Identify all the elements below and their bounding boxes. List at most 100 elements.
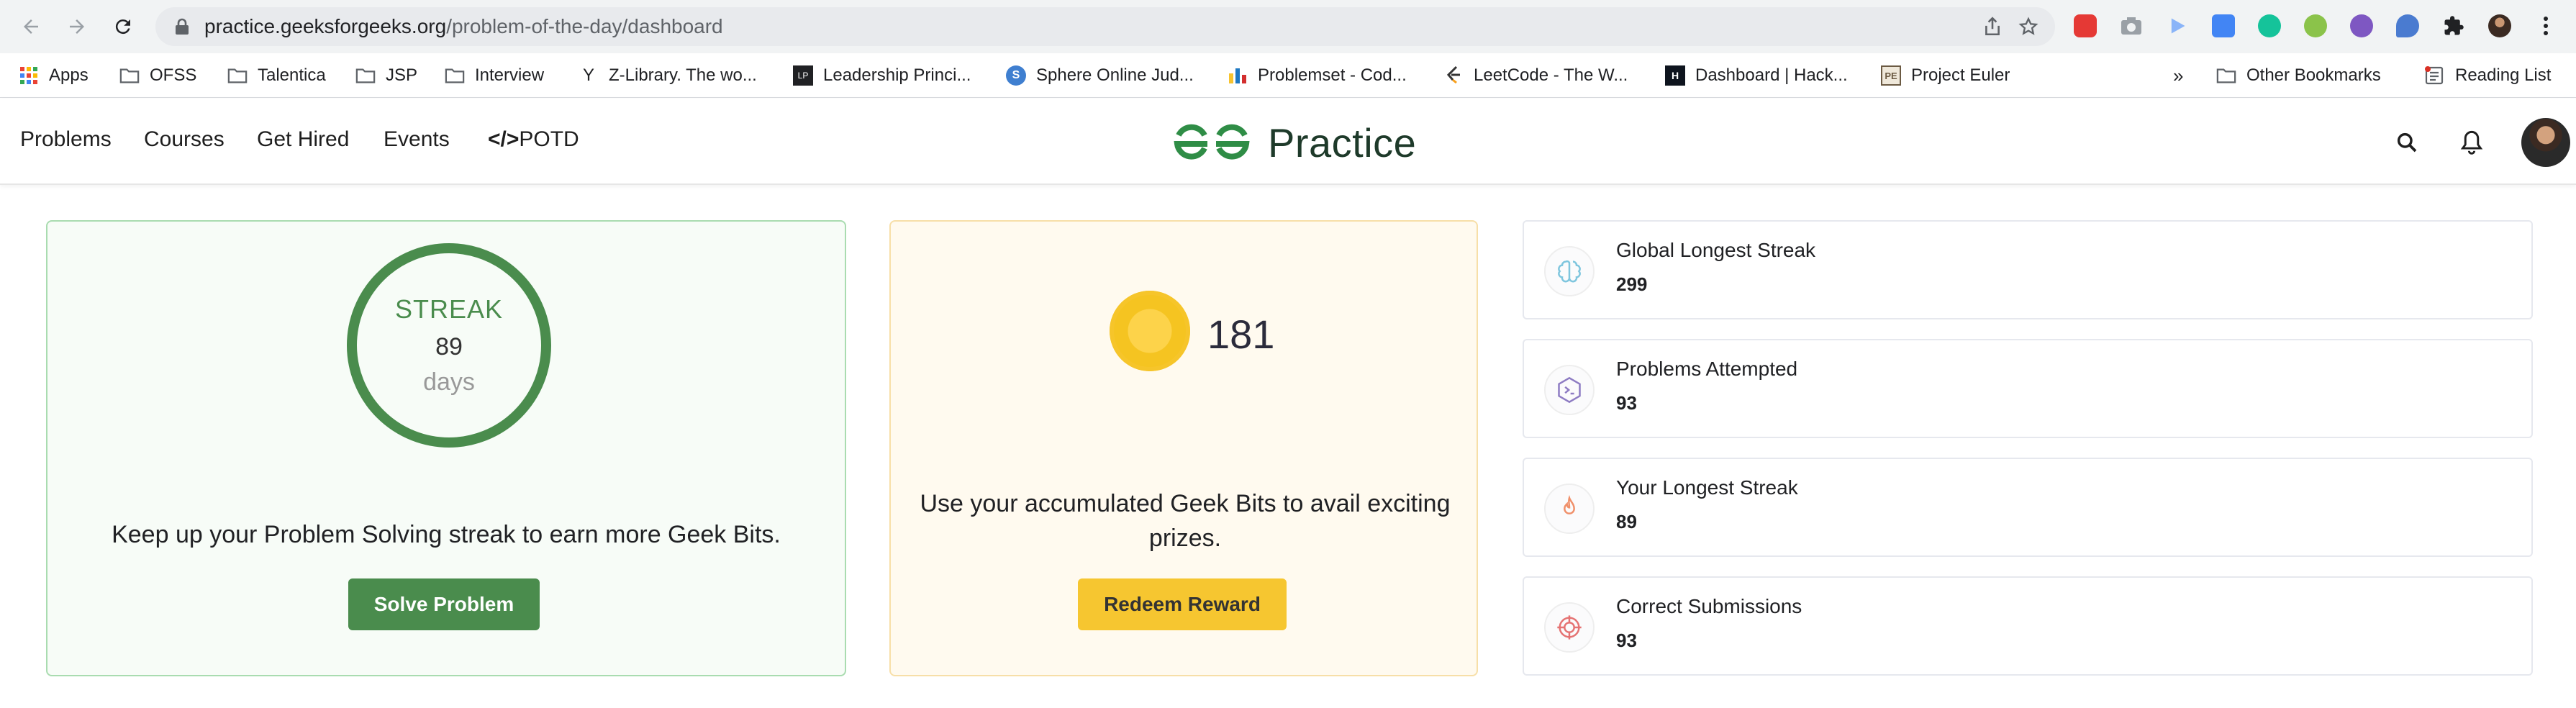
notifications-button[interactable] (2454, 124, 2490, 160)
geek-bits-message: Use your accumulated Geek Bits to avail … (920, 490, 1451, 552)
folder-icon (227, 65, 248, 86)
streak-ring: STREAK 89 days (347, 243, 551, 448)
grammarly-icon (2258, 14, 2281, 37)
star-icon (2018, 17, 2038, 35)
back-button[interactable] (14, 10, 47, 43)
bookmark-ofss[interactable]: OFSS (119, 62, 196, 89)
share-button[interactable] (1982, 16, 2003, 37)
bookmark-project-euler[interactable]: PE Project Euler (1881, 62, 2010, 89)
bookmark-codeforces[interactable]: Problemset - Cod... (1228, 62, 1407, 89)
nav-potd[interactable]: </>POTD (488, 127, 579, 152)
bookmark-label: Sphere Online Jud... (1036, 65, 1194, 85)
extension-camera[interactable] (2118, 13, 2144, 39)
target-icon (1544, 602, 1595, 653)
adblock-icon (2074, 14, 2097, 37)
nav-events[interactable]: Events (384, 127, 450, 152)
stat-label: Correct Submissions (1616, 595, 1802, 617)
zlibrary-icon: Y (582, 65, 594, 85)
bookmark-label: Interview (475, 65, 545, 85)
extension-translate[interactable] (2210, 13, 2236, 39)
solve-problem-button[interactable]: Solve Problem (348, 578, 540, 630)
bookmark-zlibrary[interactable]: Y Z-Library. The wo... (579, 62, 757, 89)
forward-button[interactable] (60, 10, 94, 43)
stat-value: 93 (1616, 392, 1637, 414)
stat-global-longest-streak: Global Longest Streak 299 (1523, 220, 2533, 319)
bookmark-leadership[interactable]: LP Leadership Princi... (793, 62, 971, 89)
bookmark-label: Apps (49, 65, 89, 85)
extension-chat[interactable] (2395, 13, 2421, 39)
geek-bits-count: 181 (1207, 312, 1275, 357)
folder-icon (2216, 65, 2236, 86)
nav-courses[interactable]: Courses (144, 127, 225, 152)
reload-button[interactable] (106, 10, 140, 43)
bookmark-label: Dashboard | Hack... (1695, 65, 1848, 85)
bookmark-leetcode[interactable]: LeetCode - The W... (1443, 62, 1628, 89)
translate-icon (2212, 14, 2235, 37)
folder-icon (119, 65, 140, 86)
nav-potd-label: POTD (519, 127, 579, 151)
nav-problems[interactable]: Problems (20, 127, 112, 152)
play-icon (2171, 18, 2185, 34)
extension-play[interactable] (2164, 13, 2190, 39)
stat-your-longest-streak: Your Longest Streak 89 (1523, 458, 2533, 557)
url-text: practice.geeksforgeeks.org/problem-of-th… (204, 17, 723, 37)
search-button[interactable] (2389, 124, 2425, 160)
puzzle-icon (2444, 16, 2464, 35)
reading-list-button[interactable]: Reading List (2425, 62, 2551, 89)
stat-label: Problems Attempted (1616, 358, 1798, 380)
streak-unit: days (423, 368, 475, 396)
browser-chrome: practice.geeksforgeeks.org/problem-of-th… (0, 0, 2576, 98)
extensions-menu-button[interactable] (2441, 13, 2467, 39)
redeem-reward-button[interactable]: Redeem Reward (1078, 578, 1287, 630)
bookmark-label: Talentica (258, 65, 326, 85)
bookmark-label: JSP (386, 65, 418, 85)
terminal-icon (1544, 365, 1595, 415)
nav-get-hired[interactable]: Get Hired (257, 127, 349, 152)
stat-value: 93 (1616, 630, 1637, 651)
profile-button[interactable] (2487, 13, 2513, 39)
leetcode-icon (1443, 65, 1464, 86)
extension-adblock[interactable] (2072, 13, 2098, 39)
user-avatar[interactable] (2521, 118, 2570, 167)
bell-icon (2460, 130, 2483, 155)
bookmark-hackerrank[interactable]: H Dashboard | Hack... (1665, 62, 1848, 89)
url-host: practice.geeksforgeeks.org (204, 15, 447, 37)
bookmarks-overflow-button[interactable]: » (2173, 62, 2183, 89)
reload-icon (115, 19, 130, 35)
bookmark-star-button[interactable] (2018, 16, 2039, 37)
flame-icon (1544, 484, 1595, 534)
bookmark-jsp[interactable]: JSP (355, 62, 417, 89)
site-header: Problems Courses Get Hired Events </>POT… (0, 99, 2576, 185)
url-path: /problem-of-the-day/dashboard (446, 15, 723, 37)
bookmark-apps[interactable]: Apps (19, 62, 89, 89)
bookmark-interview[interactable]: Interview (445, 62, 544, 89)
folder-icon (445, 65, 465, 86)
extension-plus[interactable] (2303, 13, 2328, 39)
site-logo[interactable]: Practice (1171, 117, 1416, 168)
geek-bits-card: 181 Use your accumulated Geek Bits to av… (889, 220, 1478, 676)
stat-label: Your Longest Streak (1616, 476, 1798, 499)
bookmark-label: Z-Library. The wo... (609, 65, 757, 85)
brand-name: Practice (1268, 119, 1417, 165)
bookmarks-bar: Apps OFSS Talentica JSP Interview Y Z-Li… (0, 53, 2576, 98)
chrome-menu-button[interactable] (2533, 13, 2559, 39)
bookmark-talentica[interactable]: Talentica (227, 62, 326, 89)
other-bookmarks-label: Other Bookmarks (2246, 65, 2381, 85)
other-bookmarks-folder[interactable]: Other Bookmarks (2216, 62, 2381, 89)
stat-correct-submissions: Correct Submissions 93 (1523, 576, 2533, 676)
stat-problems-attempted: Problems Attempted 93 (1523, 339, 2533, 438)
reading-list-label: Reading List (2455, 65, 2552, 85)
stat-value: 89 (1616, 511, 1637, 532)
extension-brain[interactable] (2349, 13, 2375, 39)
apps-grid-icon (19, 65, 39, 86)
bookmark-label: Project Euler (1911, 65, 2010, 85)
bookmark-spoj[interactable]: S Sphere Online Jud... (1006, 62, 1194, 89)
forward-arrow-icon (70, 19, 84, 34)
streak-card: STREAK 89 days Keep up your Problem Solv… (46, 220, 846, 676)
camera-icon (2121, 17, 2141, 35)
search-icon (2397, 132, 2417, 153)
bookmark-label: Problemset - Cod... (1258, 65, 1407, 85)
extension-grammarly[interactable] (2257, 13, 2282, 39)
bookmark-label: LeetCode - The W... (1474, 65, 1628, 85)
address-bar[interactable]: practice.geeksforgeeks.org/problem-of-th… (155, 7, 2055, 46)
